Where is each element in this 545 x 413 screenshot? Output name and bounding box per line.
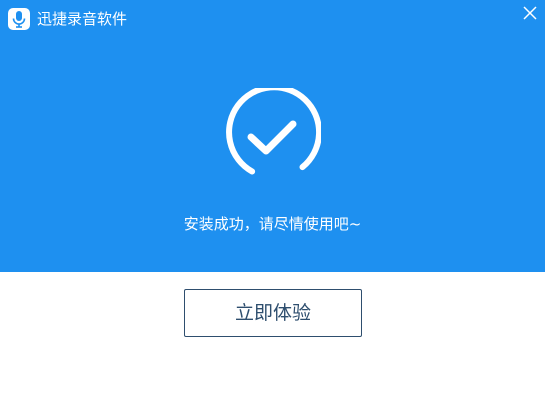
header-banner: 迅捷录音软件 安装成功，请尽情使用吧~ [0, 0, 545, 272]
window-title: 迅捷录音软件 [37, 10, 128, 28]
microphone-icon [8, 8, 30, 30]
try-now-button[interactable]: 立即体验 [184, 289, 362, 337]
success-message: 安装成功，请尽情使用吧~ [183, 215, 362, 233]
close-icon [523, 6, 537, 20]
close-button[interactable] [519, 2, 541, 24]
check-circle-icon [223, 84, 323, 186]
installer-window: 迅捷录音软件 安装成功，请尽情使用吧~ 立即体验 [0, 0, 545, 413]
